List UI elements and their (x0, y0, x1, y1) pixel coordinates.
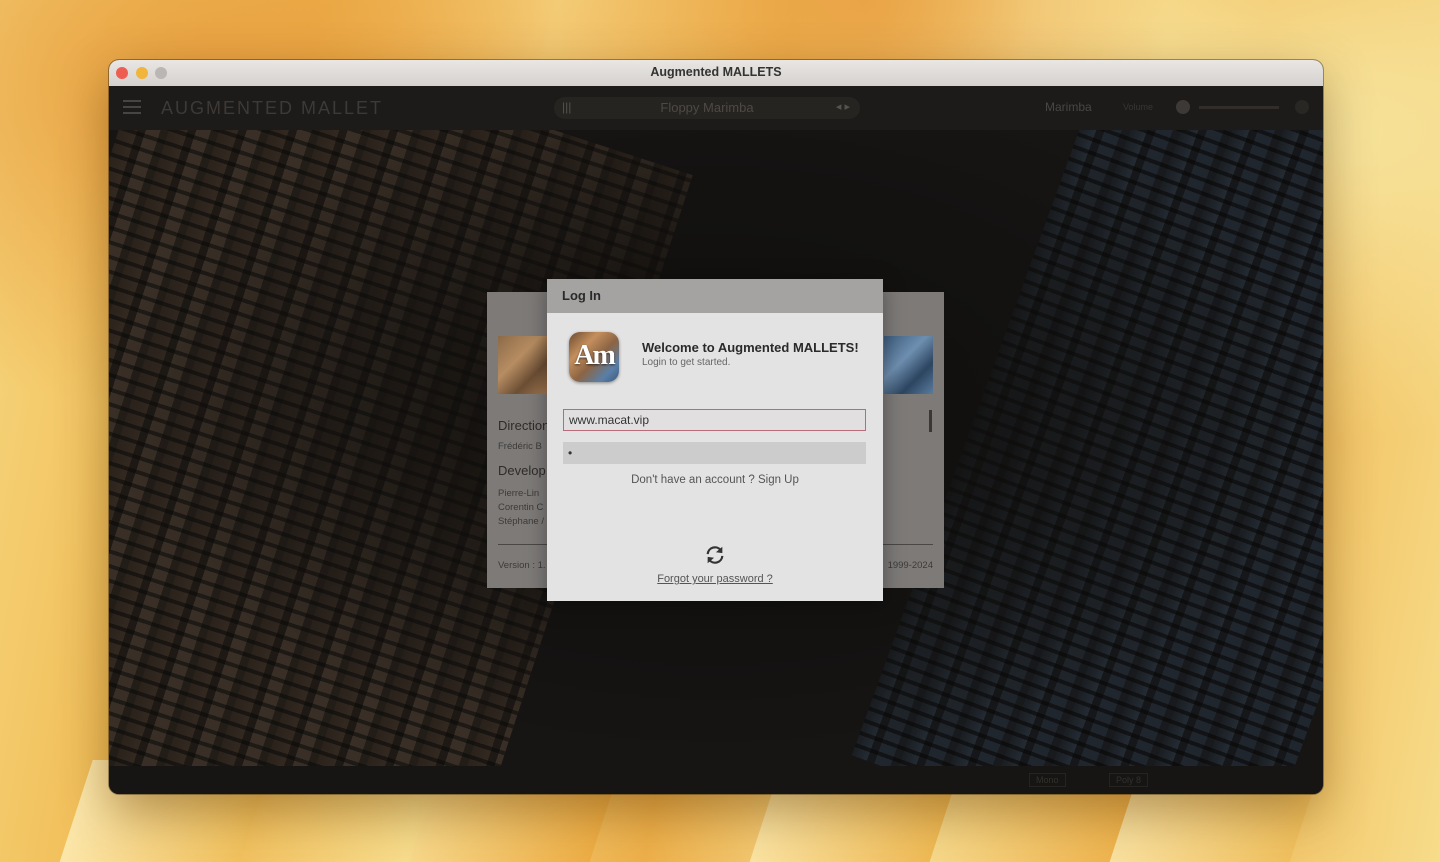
welcome-subtitle: Login to get started. (642, 357, 731, 368)
username-input[interactable] (563, 409, 866, 431)
about-direction-heading: Direction (498, 418, 550, 433)
about-direction-names: Frédéric B (498, 441, 542, 452)
login-dialog-header: Log In (547, 279, 883, 313)
about-image-right (884, 336, 933, 394)
about-image-left (498, 336, 547, 394)
title-bar: Augmented MALLETS (109, 60, 1323, 87)
forgot-password-link[interactable]: Forgot your password ? (547, 573, 883, 585)
window-title: Augmented MALLETS (650, 65, 782, 79)
about-version: Version : 1. (498, 560, 546, 571)
about-dev-name: Pierre-Lin (498, 488, 540, 499)
password-input[interactable] (563, 442, 866, 464)
app-window: Augmented MALLETS AUGMENTED MALLET ||| F… (109, 60, 1323, 794)
login-dialog: Log In Am Welcome to Augmented MALLETS! … (547, 279, 883, 601)
about-development-heading: Develop (498, 463, 546, 478)
about-copyright: 1999-2024 (887, 560, 933, 571)
about-dev-name: Corentin C (498, 502, 544, 513)
refresh-icon[interactable] (704, 544, 726, 566)
app-icon-text: Am (574, 340, 616, 371)
app-icon: Am (569, 332, 619, 382)
about-scrollbar[interactable] (929, 410, 932, 432)
login-title: Log In (562, 288, 601, 303)
signup-link[interactable]: Don't have an account ? Sign Up (547, 474, 883, 486)
about-dev-name: Stéphane / (498, 516, 544, 527)
welcome-heading: Welcome to Augmented MALLETS! (642, 340, 859, 355)
